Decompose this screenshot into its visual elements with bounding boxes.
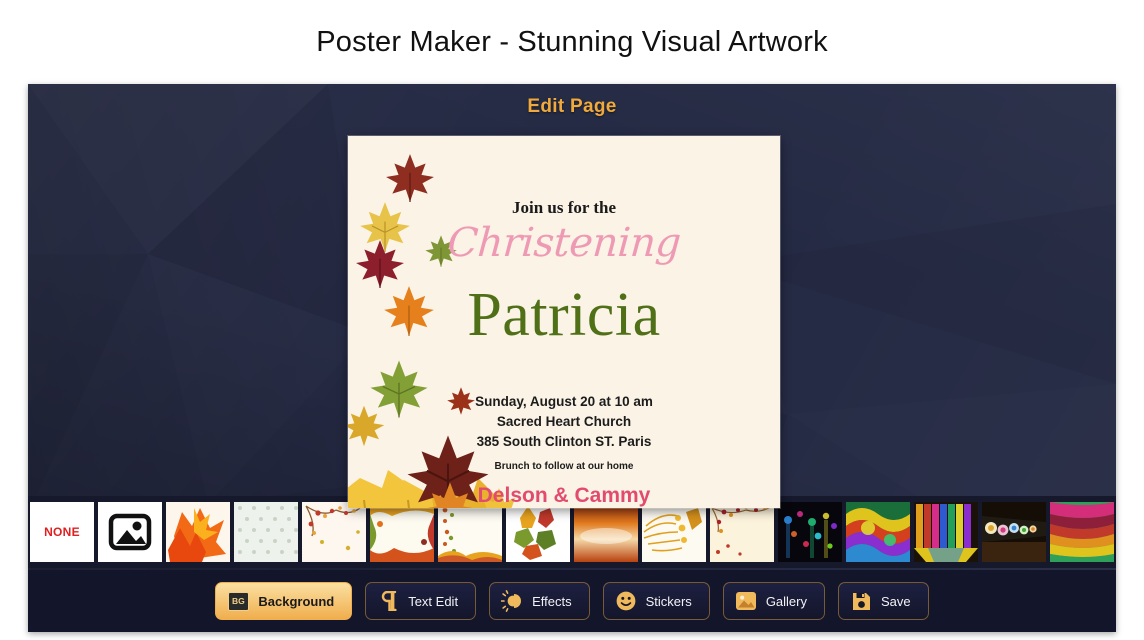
pilcrow-icon bbox=[377, 590, 399, 612]
thumbnail-orange-sunset-texture[interactable] bbox=[574, 502, 638, 562]
poster-line-address: 385 South Clinton ST. Paris bbox=[476, 433, 652, 449]
thumbnail-cherry-blossom-branch[interactable] bbox=[302, 502, 366, 562]
thumbnail-none[interactable]: NONE bbox=[30, 502, 94, 562]
text-edit-button-label: Text Edit bbox=[408, 593, 459, 609]
bottom-toolbar: BG Background Text Edit Effects Stickers… bbox=[28, 570, 1116, 632]
page-title: Poster Maker - Stunning Visual Artwork bbox=[0, 0, 1144, 84]
effects-button[interactable]: Effects bbox=[489, 582, 590, 620]
app-window: Edit Page Join us for the Christening Pa… bbox=[28, 84, 1116, 632]
thumbnail-image-picker[interactable] bbox=[98, 502, 162, 562]
save-button[interactable]: Save bbox=[838, 582, 929, 620]
thumbnail-image bbox=[914, 502, 978, 562]
thumbnail-golden-foliage[interactable] bbox=[642, 502, 706, 562]
poster-line-venue: Sacred Heart Church bbox=[496, 413, 632, 429]
thumbnail-image bbox=[302, 502, 366, 562]
thumbnail-image bbox=[370, 502, 434, 562]
poster-line-event: Christening bbox=[445, 220, 683, 266]
thumbnail-colored-glass-panels[interactable] bbox=[914, 502, 978, 562]
thumbnail-autumn-leaf-frame[interactable] bbox=[370, 502, 434, 562]
save-button-label: Save bbox=[881, 593, 911, 609]
maple-leaf-icon bbox=[386, 154, 434, 202]
thumbnail-none-label: NONE bbox=[44, 525, 80, 539]
background-button[interactable]: BG Background bbox=[215, 582, 353, 620]
thumbnail-orange-maple-leaves[interactable] bbox=[166, 502, 230, 562]
poster-event-details: Sunday, August 20 at 10 am Sacred Heart … bbox=[348, 392, 780, 452]
poster-line-join: Join us for the bbox=[511, 198, 617, 217]
gallery-button[interactable]: Gallery bbox=[722, 582, 825, 620]
thumbnail-rainbow-fractal[interactable] bbox=[846, 502, 910, 562]
thumbnail-rainbow-swirl-waves[interactable] bbox=[1050, 502, 1114, 562]
poster-canvas[interactable]: Join us for the Christening Patricia Sun… bbox=[348, 136, 780, 508]
thumbnail-image bbox=[506, 502, 570, 562]
thumbnail-light-dotted-pattern[interactable] bbox=[234, 502, 298, 562]
thumbnail-image bbox=[166, 502, 230, 562]
thumbnail-fall-leaf-bouquet[interactable] bbox=[506, 502, 570, 562]
image-picker-icon bbox=[108, 513, 152, 551]
thumbnail-star-confetti-frame[interactable] bbox=[438, 502, 502, 562]
poster-line-name: Patricia bbox=[467, 281, 661, 349]
thumbnail-image bbox=[846, 502, 910, 562]
brightness-icon bbox=[501, 590, 523, 612]
stickers-button[interactable]: Stickers bbox=[602, 582, 710, 620]
thumbnail-night-bokeh-lights[interactable] bbox=[778, 502, 842, 562]
smiley-icon bbox=[615, 590, 637, 612]
effects-button-label: Effects bbox=[532, 593, 572, 609]
image-icon bbox=[735, 590, 757, 612]
thumbnail-image bbox=[642, 502, 706, 562]
poster-line-brunch: Brunch to follow at our home bbox=[494, 461, 634, 472]
thumbnail-image bbox=[438, 502, 502, 562]
edit-page-header: Edit Page bbox=[28, 84, 1116, 130]
floppy-disk-icon bbox=[850, 590, 872, 612]
bg-icon: BG bbox=[227, 590, 252, 613]
background-button-label: Background bbox=[258, 593, 335, 609]
text-edit-button[interactable]: Text Edit bbox=[365, 582, 477, 620]
thumbnail-image bbox=[234, 502, 298, 562]
thumbnail-image bbox=[778, 502, 842, 562]
poster-line-datetime: Sunday, August 20 at 10 am bbox=[475, 394, 653, 409]
thumbnail-image bbox=[710, 502, 774, 562]
thumbnail-glowing-lanterns[interactable] bbox=[982, 502, 1046, 562]
thumbnail-image bbox=[574, 502, 638, 562]
thumbnail-image bbox=[982, 502, 1046, 562]
gallery-button-label: Gallery bbox=[765, 593, 807, 609]
stickers-button-label: Stickers bbox=[645, 593, 692, 609]
poster-line-hosts: Delson & Cammy bbox=[477, 484, 651, 507]
thumbnail-cream-berry-branch[interactable] bbox=[710, 502, 774, 562]
edit-page-title: Edit Page bbox=[527, 96, 617, 117]
thumbnail-image bbox=[1050, 502, 1114, 562]
